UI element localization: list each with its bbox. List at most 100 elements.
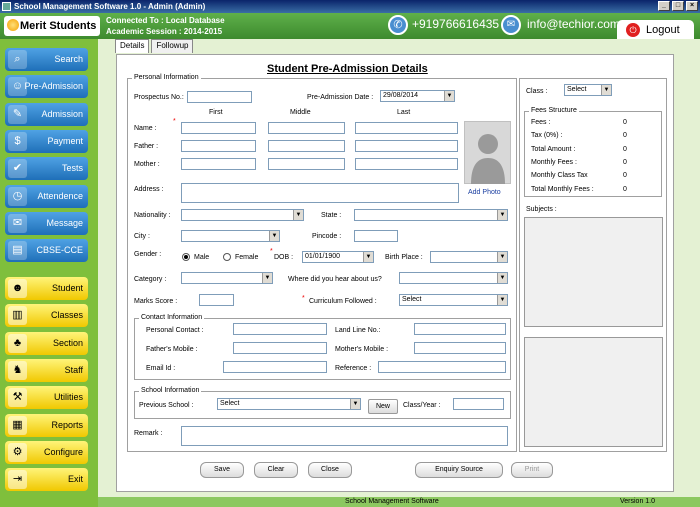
- print-button[interactable]: Print: [511, 462, 553, 478]
- state-select[interactable]: ▼: [354, 209, 508, 221]
- minimize-button[interactable]: _: [658, 1, 670, 11]
- class-year-input[interactable]: [453, 398, 504, 410]
- fees-row-value: 0: [623, 185, 627, 193]
- subjects-list[interactable]: [524, 217, 663, 327]
- dob-picker[interactable]: 01/01/1900 ▼: [302, 251, 374, 263]
- email-input[interactable]: [223, 361, 327, 373]
- sidebar-item-exit[interactable]: ⇥ Exit: [5, 468, 88, 492]
- class-select[interactable]: Select ▼: [564, 84, 612, 96]
- dropdown-arrow-icon: ▼: [497, 210, 507, 220]
- status-version: Version 1.0: [620, 498, 656, 505]
- sidebar-item-admission[interactable]: ✎ Admission: [5, 102, 88, 126]
- previous-school-label: Previous School :: [139, 402, 194, 409]
- save-button[interactable]: Save: [200, 462, 244, 478]
- sidebar-item-cbse-cce[interactable]: ▤ CBSE-CCE: [5, 239, 88, 263]
- address-input[interactable]: [181, 183, 459, 203]
- nationality-select[interactable]: ▼: [181, 209, 304, 221]
- father-first-input[interactable]: [181, 140, 256, 152]
- window-title: School Management Software 1.0 - Admin (…: [14, 2, 206, 11]
- dropdown-arrow-icon: ▼: [601, 85, 611, 95]
- sidebar-item-classes[interactable]: ▥ Classes: [5, 304, 88, 328]
- city-select[interactable]: ▼: [181, 230, 280, 242]
- marks-score-input[interactable]: [199, 294, 234, 306]
- phone-number: +919766616435: [412, 17, 500, 31]
- tab-details[interactable]: Details: [115, 39, 150, 53]
- subjects-label: Subjects :: [526, 206, 557, 213]
- sidebar-item-message[interactable]: ✉ Message: [5, 211, 88, 235]
- father-mobile-input[interactable]: [233, 342, 327, 354]
- sidebar-item-section[interactable]: ♣ Section: [5, 331, 88, 355]
- sidebar-item-search[interactable]: ⌕ Search: [5, 48, 88, 71]
- name-last-input[interactable]: [355, 122, 458, 134]
- name-first-input[interactable]: [181, 122, 256, 134]
- tab-followup[interactable]: Followup: [151, 39, 194, 53]
- curriculum-label: Curriculum Followed :: [309, 298, 377, 305]
- dropdown-arrow-icon: ▼: [363, 252, 373, 262]
- mother-last-input[interactable]: [355, 158, 458, 170]
- female-radio[interactable]: [223, 253, 231, 261]
- previous-school-select[interactable]: Select ▼: [217, 398, 361, 410]
- category-select[interactable]: ▼: [181, 272, 273, 284]
- document-icon: ▥: [8, 306, 27, 326]
- checklist-icon: ✔: [8, 159, 27, 179]
- sidebar-item-payment[interactable]: $ Payment: [5, 129, 88, 153]
- mother-mobile-input[interactable]: [414, 342, 506, 354]
- clear-button[interactable]: Clear: [254, 462, 298, 478]
- personal-information-legend: Personal Information: [132, 74, 201, 81]
- dob-value: 01/01/1900: [305, 253, 341, 260]
- new-school-button[interactable]: New: [368, 399, 398, 414]
- mother-middle-input[interactable]: [268, 158, 345, 170]
- selected-subjects-list[interactable]: [524, 337, 663, 447]
- staff-icon: ♞: [8, 360, 27, 380]
- dropdown-arrow-icon: ▼: [293, 210, 303, 220]
- personal-contact-input[interactable]: [233, 323, 327, 335]
- sidebar-item-utilities[interactable]: ⚒ Utilities: [5, 386, 88, 410]
- curriculum-select[interactable]: Select ▼: [399, 294, 508, 306]
- close-button[interactable]: Close: [308, 462, 352, 478]
- pincode-input[interactable]: [354, 230, 398, 242]
- personal-contact-label: Personal Contact :: [146, 327, 204, 334]
- sidebar-item-pre-admission[interactable]: ☺ Pre-Admission: [5, 75, 88, 99]
- address-label: Address :: [134, 186, 164, 193]
- hear-about-select[interactable]: ▼: [399, 272, 508, 284]
- sidebar-item-tests[interactable]: ✔ Tests: [5, 157, 88, 181]
- school-information-legend: School Information: [139, 387, 202, 394]
- fees-row-value: 0: [623, 158, 627, 166]
- dob-label: DOB :: [274, 254, 294, 261]
- logout-button[interactable]: ⏻ Logout: [617, 20, 694, 40]
- sidebar-item-configure[interactable]: ⚙ Configure: [5, 440, 88, 464]
- mother-label: Mother :: [134, 161, 160, 168]
- fees-row-label: Fees :: [531, 119, 551, 126]
- add-photo-link[interactable]: Add Photo: [468, 189, 501, 196]
- birth-place-select[interactable]: ▼: [430, 251, 508, 263]
- academic-session: Academic Session : 2014-2015: [106, 27, 223, 36]
- state-label: State :: [321, 212, 342, 219]
- previous-school-value: Select: [220, 400, 240, 407]
- reference-input[interactable]: [378, 361, 506, 373]
- dropdown-arrow-icon: ▼: [269, 231, 279, 241]
- landline-input[interactable]: [414, 323, 506, 335]
- father-last-input[interactable]: [355, 140, 458, 152]
- gender-label: Gender :: [134, 251, 162, 258]
- student-photo[interactable]: [464, 121, 511, 184]
- prospectus-input[interactable]: [187, 91, 252, 103]
- mother-first-input[interactable]: [181, 158, 256, 170]
- app-name: Merit Students: [20, 20, 97, 32]
- sidebar-item-attendence[interactable]: ◷ Attendence: [5, 184, 88, 208]
- sidebar-item-staff[interactable]: ♞ Staff: [5, 358, 88, 382]
- father-middle-input[interactable]: [268, 140, 345, 152]
- first-column-header: First: [209, 109, 223, 116]
- pre-admission-date-picker[interactable]: 29/08/2014 ▼: [380, 90, 455, 102]
- male-radio[interactable]: [182, 253, 190, 261]
- hear-about-label: Where did you hear about us?: [288, 276, 382, 283]
- sidebar-item-student[interactable]: ☻ Student: [5, 277, 88, 300]
- cash-icon: $: [8, 131, 27, 151]
- nationality-label: Nationality :: [134, 212, 171, 219]
- remark-input[interactable]: [181, 426, 508, 446]
- maximize-button[interactable]: □: [672, 1, 684, 11]
- name-middle-input[interactable]: [268, 122, 345, 134]
- sidebar-item-reports[interactable]: ▦ Reports: [5, 413, 88, 437]
- dropdown-arrow-icon: ▼: [497, 295, 507, 305]
- enquiry-source-button[interactable]: Enquiry Source: [415, 462, 503, 478]
- close-window-button[interactable]: ×: [686, 1, 698, 11]
